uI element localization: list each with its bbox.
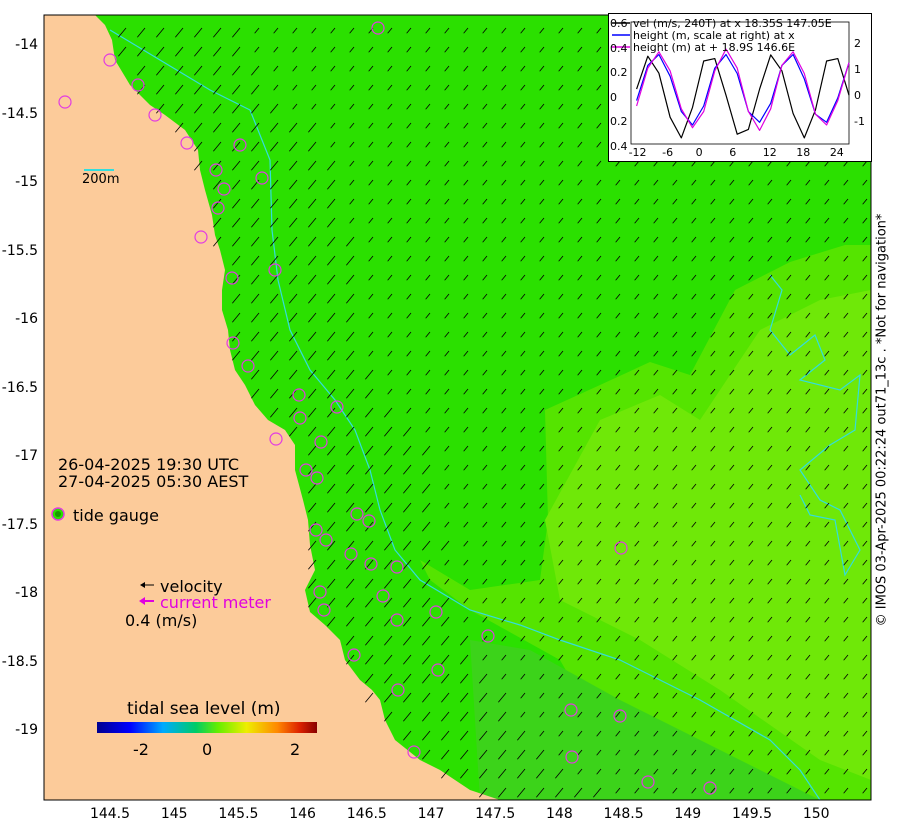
inset-tick-label: 12 [762, 146, 777, 159]
latitude-tick: -19 [15, 722, 38, 738]
inset-tick-label: 18 [796, 146, 811, 159]
longitude-tick: 148 [546, 806, 573, 822]
inset-legend-height-plus: height (m) at + 18.9S 146.6E [633, 41, 796, 54]
latitude-tick: -16.5 [1, 379, 38, 396]
colorbar-title: tidal sea level (m) [127, 699, 281, 719]
inset-tick-label: 1 [854, 63, 861, 76]
inset-tick-label: 24 [829, 146, 844, 159]
credit-text: © IMOS 03-Apr-2025 00:22:24 out71_13c . … [874, 213, 890, 627]
current-meter-label: current meter [160, 593, 271, 612]
colorbar-tick-0: 0 [202, 740, 213, 759]
longitude-tick: 146 [289, 806, 316, 822]
longitude-tick: 148.5 [603, 806, 644, 822]
inset-tick-label: 0.2 [610, 115, 628, 128]
inset-chart: vel (m/s, 240T) at x 18.35S 147.05E heig… [608, 13, 872, 162]
inset-tick-label: 2 [854, 37, 861, 50]
colorbar-tick-neg2: -2 [133, 740, 149, 759]
tide-gauge-legend-dot [55, 511, 61, 517]
longitude-tick: 145 [160, 806, 188, 822]
longitude-tick: 149 [674, 806, 702, 822]
inset-tick-label: 0.6 [610, 17, 628, 30]
inset-tick-label: -12 [628, 146, 647, 159]
inset-tick-label: 0 [695, 146, 703, 159]
latitude-tick: -17 [15, 448, 38, 464]
inset-tick-label: 0.4 [610, 139, 628, 153]
inset-tick-label: -1 [854, 115, 865, 128]
longitude-tick: 147.5 [475, 806, 516, 822]
longitude-tick: 147 [417, 806, 445, 822]
latitude-tick: -15.5 [1, 242, 38, 259]
latitude-tick: -16 [15, 311, 38, 327]
scale-bar-label: 200m [82, 172, 120, 187]
longitude-tick: 149.5 [731, 806, 773, 822]
longitude-tick: 150 [802, 806, 830, 822]
inset-series-line [636, 48, 850, 131]
inset-tick-label: 0.4 [610, 41, 628, 55]
longitude-tick: 146.5 [346, 806, 387, 822]
inset-tick-label: -6 [662, 146, 674, 159]
velocity-scale-label: 0.4 (m/s) [125, 611, 198, 630]
inset-tick-label: 0.2 [610, 66, 628, 79]
longitude-tick: 144.5 [89, 806, 131, 822]
latitude-tick: -17.5 [1, 516, 38, 533]
latitude-tick: -15 [15, 174, 38, 190]
latitude-tick: -18.5 [1, 653, 38, 670]
inset-tick-label: 0 [854, 89, 861, 102]
inset-tick-label: 6 [729, 146, 737, 159]
latitude-tick: -14.5 [1, 105, 38, 122]
inset-tick-label: 0 [610, 90, 617, 104]
colorbar [97, 722, 317, 733]
longitude-tick: 145.5 [218, 806, 259, 822]
latitude-tick: -18 [15, 585, 38, 601]
tide-gauge-label: tide gauge [73, 506, 159, 525]
colorbar-tick-2: 2 [290, 740, 301, 759]
time-local: 27-04-2025 05:30 AEST [58, 472, 249, 491]
latitude-tick: -14 [15, 37, 38, 53]
